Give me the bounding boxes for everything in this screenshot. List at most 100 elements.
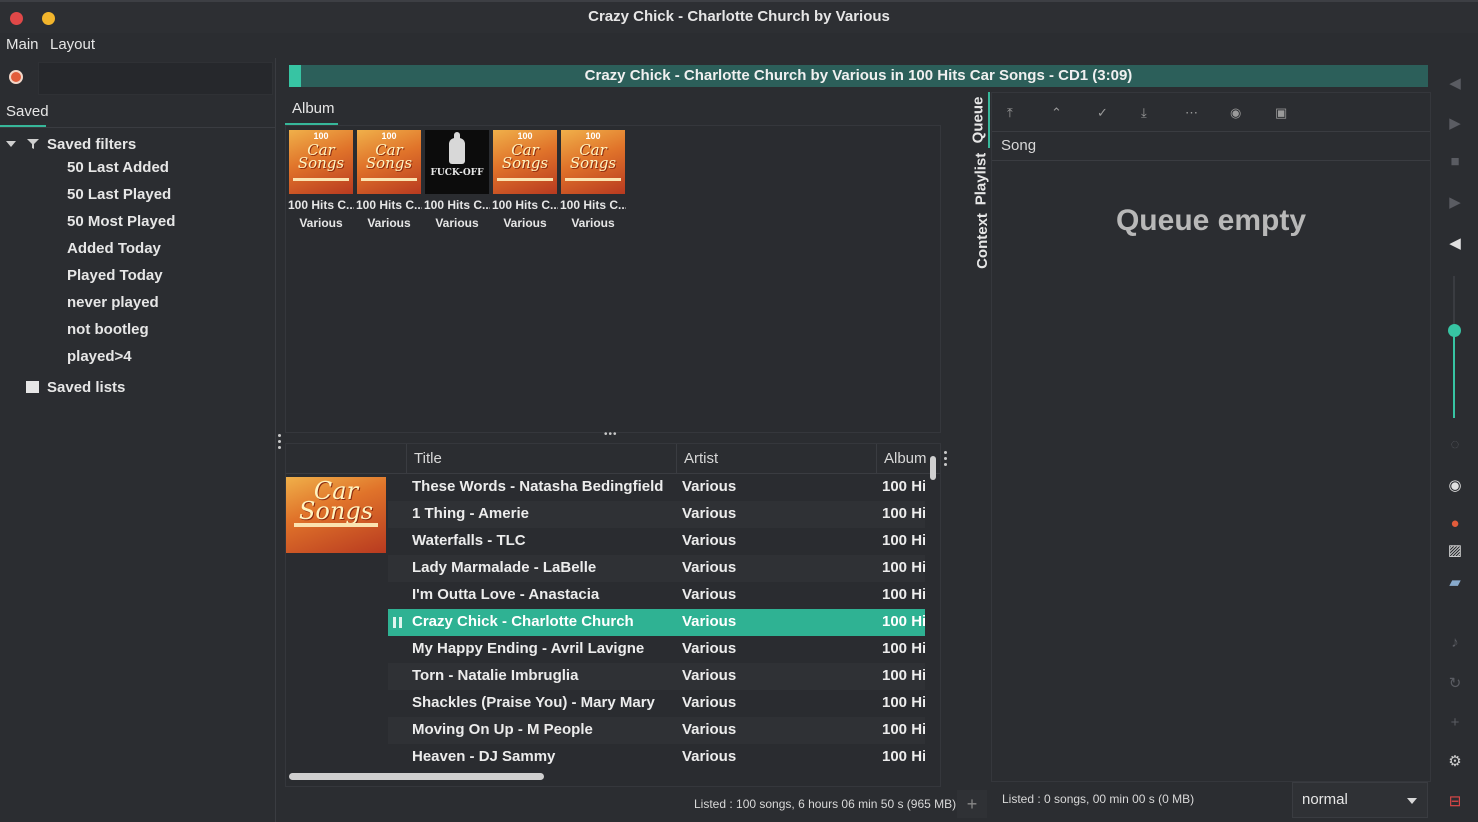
queue-toolbar: ⤒ ⌃ ✓ ⤓ ⋯ ◉ ▣ — [992, 93, 1432, 131]
table-row-selected[interactable]: Crazy Chick - Charlotte Church Various 100… — [388, 609, 925, 636]
splitter-handle-left[interactable] — [278, 434, 281, 452]
tab-queue-indicator — [988, 92, 990, 148]
filter-icon — [27, 139, 39, 149]
volume-slider-handle[interactable] — [1448, 323, 1461, 337]
cover-text: Car Songs — [365, 141, 413, 172]
next-icon[interactable]: ▶ — [1446, 193, 1464, 211]
cell-title: Waterfalls - TLC — [412, 532, 526, 549]
table-row[interactable]: I'm Outta Love - Anastacia Various 100 Hit — [388, 582, 925, 609]
album-card[interactable]: 100 Car Songs 100 Hits C... Various — [492, 130, 558, 240]
table-row[interactable]: Moving On Up - M People Various 100 Hit — [388, 717, 925, 744]
tab-playlist[interactable]: Playlist — [955, 148, 989, 210]
column-header-album[interactable]: Album — [884, 450, 927, 467]
tree-item-filter[interactable]: 50 Most Played — [67, 213, 175, 240]
table-row[interactable]: Heaven - DJ Sammy Various 100 Hit — [388, 744, 925, 771]
horizontal-scrollbar[interactable] — [289, 773, 544, 780]
album-cover: 100 Car Songs — [289, 130, 353, 194]
table-row[interactable]: 1 Thing - Amerie Various 100 Hit — [388, 501, 925, 528]
mute-icon[interactable]: ◌ — [1446, 436, 1464, 454]
tree-item-filter[interactable]: 50 Last Played — [67, 186, 171, 213]
check-icon[interactable]: ✓ — [1097, 105, 1108, 121]
tab-album[interactable]: Album — [292, 100, 335, 117]
table-row[interactable]: Torn - Natalie Imbruglia Various 100 Hit — [388, 663, 925, 690]
chevron-down-icon — [1407, 798, 1417, 804]
tree-item-saved-lists[interactable]: Saved lists — [0, 375, 275, 402]
column-separator — [676, 444, 677, 474]
album-card[interactable]: 100 Car Songs 100 Hits C... Various — [356, 130, 422, 240]
album-artist: Various — [367, 216, 411, 230]
tab-queue[interactable]: Queue — [955, 92, 989, 148]
queue-mode-select[interactable]: normal — [1292, 782, 1428, 818]
save-icon[interactable]: ▣ — [1275, 105, 1287, 121]
chevron-down-icon[interactable] — [6, 141, 16, 147]
tree-item-filter[interactable]: Added Today — [67, 240, 161, 267]
table-row[interactable]: Lady Marmalade - LaBelle Various 100 Hit — [388, 555, 925, 582]
vertical-scrollbar[interactable] — [930, 456, 936, 480]
music-note-icon[interactable]: ♪ — [1446, 634, 1464, 652]
add-tab-button[interactable]: + — [957, 790, 987, 818]
album-cover: Car Songs — [286, 477, 386, 553]
album-card[interactable]: FUCK-OFF 100 Hits C... Various — [424, 130, 490, 240]
ellipsis-icon[interactable]: ⋯ — [1185, 105, 1198, 121]
window-title: Crazy Chick - Charlotte Church by Variou… — [588, 8, 890, 25]
album-name: 100 Hits C... — [356, 198, 422, 212]
stop-icon[interactable]: ■ — [1446, 153, 1464, 171]
cell-artist: Various — [682, 640, 737, 657]
table-row[interactable]: Waterfalls - TLC Various 100 Hit — [388, 528, 925, 555]
edit-icon[interactable]: ▰ — [1446, 573, 1464, 591]
splitter-handle-right[interactable] — [944, 451, 947, 469]
queue-status: Listed : 0 songs, 00 min 00 s (0 MB) — [1002, 792, 1195, 806]
cover-art — [454, 132, 460, 144]
previous-icon[interactable]: ◀ — [1446, 74, 1464, 92]
gear-icon[interactable]: ⚙ — [1446, 752, 1464, 770]
cell-title: Shackles (Praise You) - Mary Mary — [412, 694, 655, 711]
cell-artist: Various — [682, 721, 737, 738]
column-separator — [406, 444, 407, 474]
tree-item-filter[interactable]: Played Today — [67, 267, 163, 294]
cell-album: 100 Hit — [882, 721, 925, 738]
album-card[interactable]: 100 Car Songs 100 Hits C... Various — [288, 130, 354, 240]
column-header-artist[interactable]: Artist — [684, 450, 718, 467]
volume-icon[interactable]: ◀ — [1446, 234, 1464, 252]
now-playing-bar[interactable]: Crazy Chick - Charlotte Church by Variou… — [289, 65, 1428, 87]
album-card[interactable]: 100 Car Songs 100 Hits C... Various — [560, 130, 626, 240]
image-icon[interactable]: ▨ — [1446, 541, 1464, 559]
cover-strip — [361, 178, 417, 181]
move-bottom-icon[interactable]: ⤓ — [1141, 105, 1147, 121]
tree-item-filter[interactable]: not bootleg — [67, 321, 149, 348]
menu-layout[interactable]: Layout — [50, 36, 95, 53]
tree-item-filter[interactable]: 50 Last Added — [67, 159, 169, 186]
cell-title: My Happy Ending - Avril Lavigne — [412, 640, 645, 657]
filter-search-input[interactable] — [38, 62, 273, 95]
table-row[interactable]: My Happy Ending - Avril Lavigne Various 10… — [388, 636, 925, 663]
plus-icon[interactable]: + — [1446, 714, 1464, 732]
move-up-icon[interactable]: ⌃ — [1051, 105, 1062, 121]
menu-main[interactable]: Main — [6, 36, 39, 53]
play-icon[interactable]: ▶ — [1446, 114, 1464, 132]
tree-item-saved-filters[interactable]: Saved filters — [0, 132, 275, 159]
table-row[interactable]: Shackles (Praise You) - Mary Mary Various… — [388, 690, 925, 717]
clear-icon[interactable]: ◉ — [1230, 105, 1241, 121]
album-grid: 100 Car Songs 100 Hits C... Various 100 Ca… — [285, 125, 941, 433]
cell-title: I'm Outta Love - Anastacia — [412, 586, 600, 603]
source-icon[interactable]: ● — [1446, 515, 1464, 533]
table-row[interactable]: These Words - Natasha Bedingfield Various… — [388, 474, 925, 501]
tree-item-filter[interactable]: played>4 — [67, 348, 132, 375]
album-name: 100 Hits C... — [492, 198, 558, 212]
tab-saved[interactable]: Saved — [6, 103, 49, 120]
move-top-icon[interactable]: ⤒ — [1007, 105, 1013, 121]
cell-artist: Various — [682, 559, 737, 576]
disc-icon[interactable]: ◉ — [1446, 476, 1464, 494]
source-icon[interactable] — [9, 70, 23, 84]
column-header-song[interactable]: Song — [1001, 137, 1036, 154]
cell-title: These Words - Natasha Bedingfield — [412, 478, 664, 495]
quit-icon[interactable]: ⊟ — [1446, 792, 1464, 810]
tab-context[interactable]: Context — [955, 210, 991, 272]
cell-artist: Various — [682, 694, 737, 711]
repeat-icon[interactable]: ↻ — [1446, 674, 1464, 692]
splitter-handle[interactable]: ••• — [604, 429, 618, 440]
song-list-status: Listed : 100 songs, 6 hours 06 min 50 s … — [694, 797, 957, 811]
tree-item-filter[interactable]: never played — [67, 294, 159, 321]
cover-text: 100 — [381, 131, 397, 141]
column-header-title[interactable]: Title — [414, 450, 442, 467]
